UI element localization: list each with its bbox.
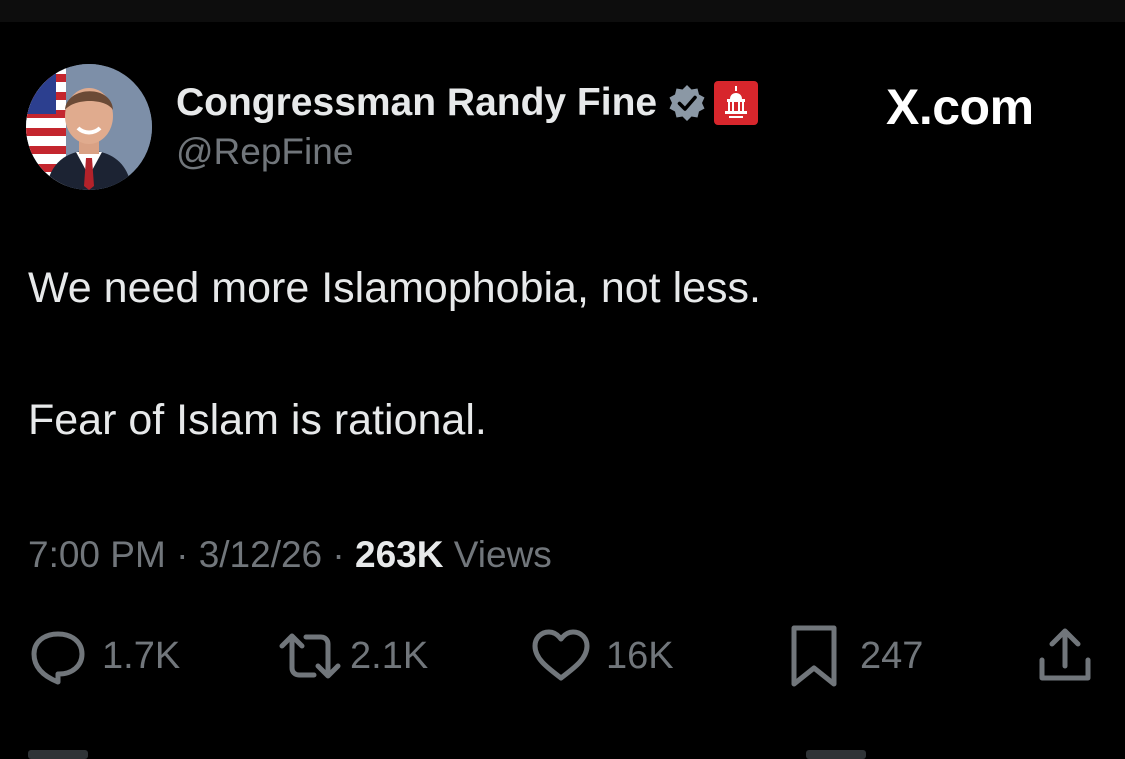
meta-separator: · bbox=[165, 534, 199, 575]
like-count: 16K bbox=[606, 634, 674, 677]
repost-button[interactable]: 2.1K bbox=[278, 624, 428, 688]
tweet-time[interactable]: 7:00 PM bbox=[28, 534, 166, 575]
cutoff-row-fragment bbox=[806, 750, 866, 759]
repost-count: 2.1K bbox=[350, 634, 429, 677]
author-name[interactable]: Congressman Randy Fine bbox=[176, 81, 657, 125]
like-button[interactable]: 16K bbox=[530, 624, 674, 688]
bookmark-count: 247 bbox=[860, 634, 924, 677]
verified-badge-icon[interactable] bbox=[667, 83, 707, 123]
x-com-brand: X.com bbox=[886, 79, 1034, 135]
status-bar bbox=[0, 0, 1125, 22]
tweet-text-line-2: Fear of Islam is rational. bbox=[28, 396, 487, 444]
share-button[interactable] bbox=[1036, 624, 1094, 688]
reply-button[interactable]: 1.7K bbox=[28, 624, 180, 688]
house-gop-badge-icon[interactable] bbox=[713, 80, 759, 126]
author-name-row: Congressman Randy Fine bbox=[176, 80, 759, 126]
reply-count: 1.7K bbox=[102, 634, 181, 677]
bookmark-icon bbox=[791, 625, 837, 687]
meta-separator: · bbox=[322, 534, 356, 575]
author-handle[interactable]: @RepFine bbox=[176, 131, 353, 173]
bookmark-button[interactable]: 247 bbox=[786, 624, 923, 688]
share-icon bbox=[1039, 628, 1091, 681]
views-label: Views bbox=[443, 534, 552, 575]
avatar[interactable] bbox=[26, 64, 152, 190]
tweet-meta: 7:00 PM · 3/12/26 · 263K Views bbox=[28, 534, 552, 576]
views-count[interactable]: 263K bbox=[355, 534, 443, 575]
repost-icon bbox=[279, 633, 341, 679]
tweet-text-line-1: We need more Islamophobia, not less. bbox=[28, 264, 761, 312]
heart-icon bbox=[532, 629, 590, 681]
cutoff-row-fragment bbox=[28, 750, 88, 759]
profile-photo-image bbox=[26, 64, 152, 190]
tweet-date[interactable]: 3/12/26 bbox=[199, 534, 322, 575]
reply-icon bbox=[31, 631, 85, 685]
